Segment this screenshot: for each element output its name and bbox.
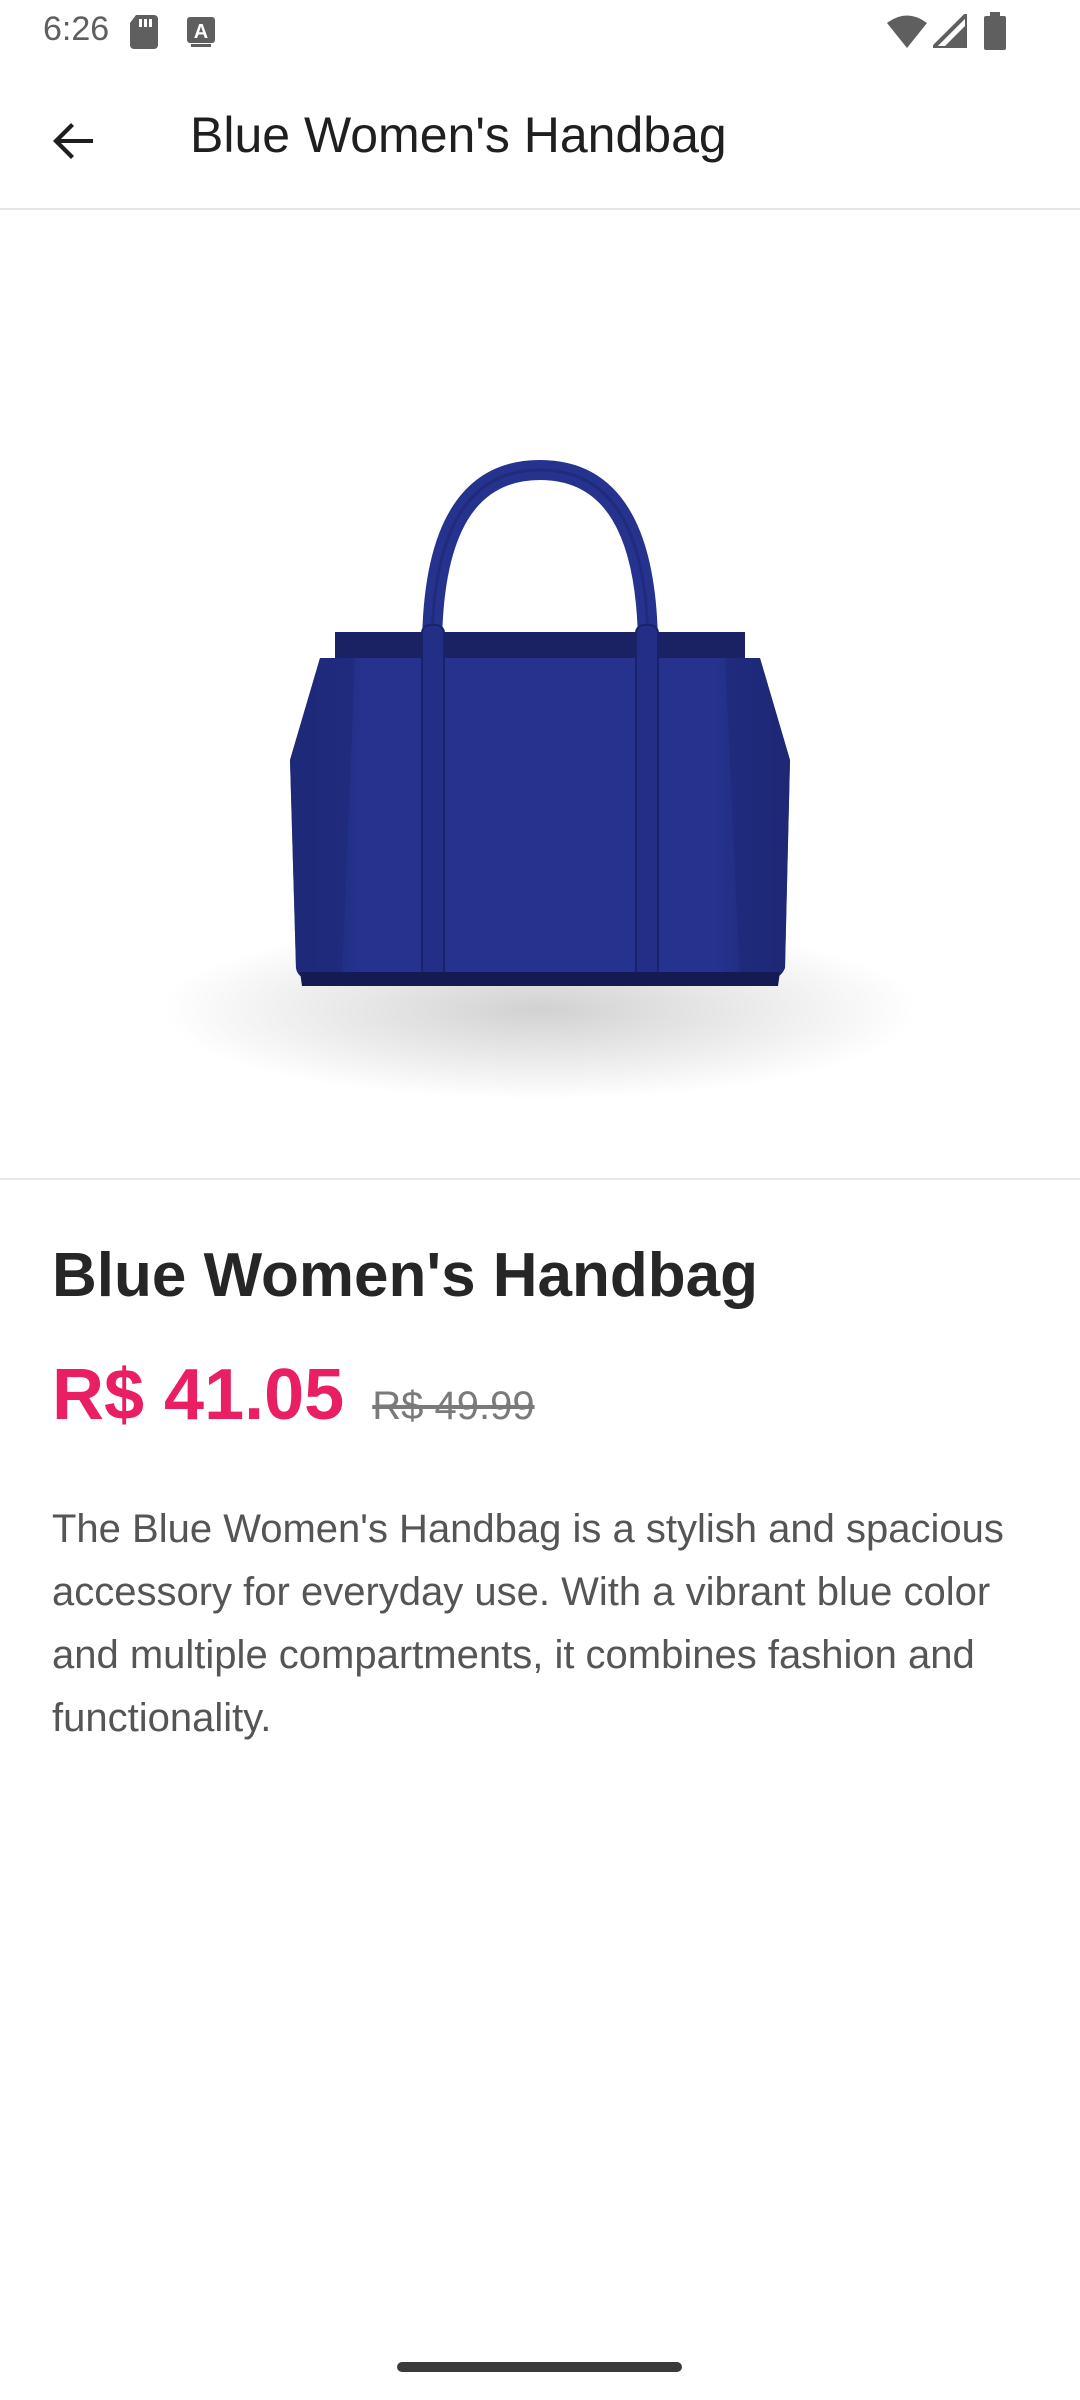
svg-text:A: A bbox=[194, 21, 208, 43]
product-image bbox=[160, 459, 920, 1100]
home-indicator[interactable] bbox=[397, 2362, 682, 2372]
wifi-icon bbox=[887, 15, 927, 48]
status-time: 6:26 bbox=[43, 10, 110, 48]
app-bar: Blue Women's Handbag bbox=[0, 62, 1080, 210]
status-bar: 6:26 A bbox=[0, 0, 1080, 62]
signal-icon bbox=[933, 14, 967, 48]
page-title: Blue Women's Handbag bbox=[190, 107, 727, 163]
battery-icon bbox=[984, 12, 1006, 50]
back-button[interactable] bbox=[30, 98, 116, 184]
sd-card-icon bbox=[130, 15, 158, 49]
price-row: R$ 41.05 R$ 49.99 bbox=[52, 1354, 535, 1436]
original-price: R$ 49.99 bbox=[372, 1384, 535, 1428]
a-keyboard-icon: A bbox=[187, 17, 215, 47]
product-image-area bbox=[0, 210, 1080, 1180]
product-name: Blue Women's Handbag bbox=[52, 1241, 759, 1310]
product-price: R$ 41.05 bbox=[52, 1355, 345, 1435]
arrow-back-icon bbox=[53, 123, 93, 159]
product-description: The Blue Women's Handbag is a stylish an… bbox=[52, 1507, 1004, 1740]
